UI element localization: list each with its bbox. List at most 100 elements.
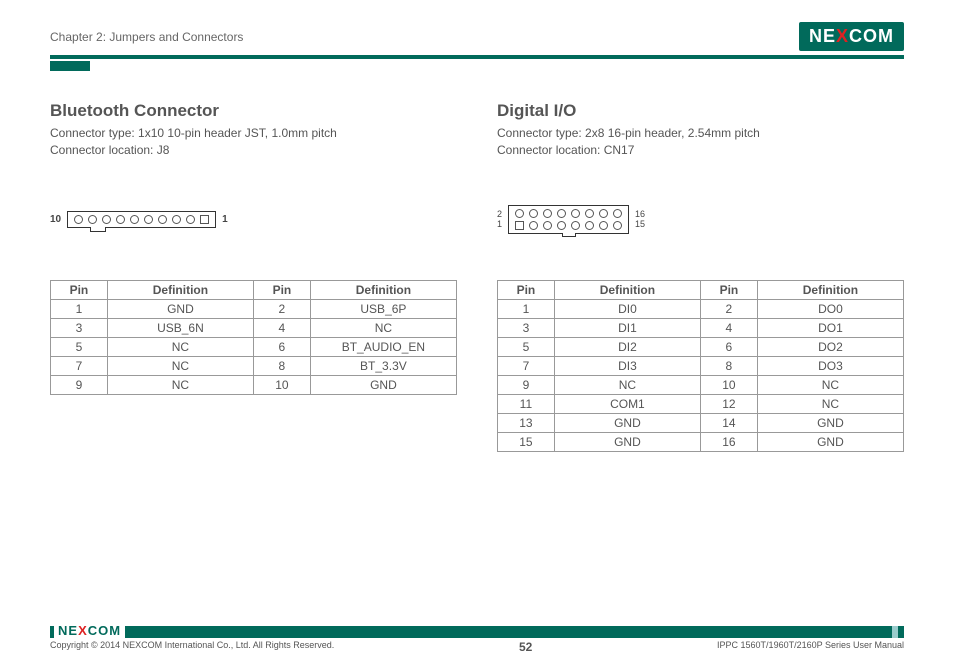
pin-hole-icon bbox=[543, 221, 552, 230]
table-cell: DI1 bbox=[554, 318, 700, 337]
pin-hole-icon bbox=[158, 215, 167, 224]
table-cell: 1 bbox=[51, 299, 108, 318]
table-cell: 6 bbox=[253, 337, 310, 356]
table-row: 11COM112NC bbox=[498, 394, 904, 413]
table-cell: GND bbox=[107, 299, 253, 318]
pin-hole-icon bbox=[515, 209, 524, 218]
nexcom-logo: NEXCOM bbox=[799, 22, 904, 51]
dio-notch-icon bbox=[562, 233, 576, 237]
table-cell: 10 bbox=[253, 375, 310, 394]
table-cell: GND bbox=[554, 413, 700, 432]
pin-hole-icon bbox=[88, 215, 97, 224]
bluetooth-pin-table: Pin Definition Pin Definition 1GND2USB_6… bbox=[50, 280, 457, 395]
table-row: 7NC8BT_3.3V bbox=[51, 356, 457, 375]
dio-label-bot-left: 1 bbox=[497, 220, 502, 230]
table-header: Definition bbox=[757, 280, 903, 299]
pin-hole-icon bbox=[144, 215, 153, 224]
digital-io-pin-table: Pin Definition Pin Definition 1DI02DO03D… bbox=[497, 280, 904, 452]
table-cell: DO0 bbox=[757, 299, 903, 318]
pin-hole-icon bbox=[613, 221, 622, 230]
page-footer: NEXCOM Copyright © 2014 NEXCOM Internati… bbox=[50, 626, 904, 654]
footer-logo-pre: NE bbox=[58, 623, 78, 638]
table-header: Pin bbox=[253, 280, 310, 299]
table-cell: NC bbox=[107, 356, 253, 375]
copyright-text: Copyright © 2014 NEXCOM International Co… bbox=[50, 640, 334, 654]
table-cell: NC bbox=[554, 375, 700, 394]
pin-hole-icon bbox=[172, 215, 181, 224]
pin-hole-icon bbox=[116, 215, 125, 224]
table-cell: 4 bbox=[700, 318, 757, 337]
bluetooth-conn-loc: Connector location: J8 bbox=[50, 142, 457, 159]
table-header: Definition bbox=[310, 280, 456, 299]
table-cell: USB_6P bbox=[310, 299, 456, 318]
pin-hole-icon bbox=[529, 209, 538, 218]
table-row: 9NC10NC bbox=[498, 375, 904, 394]
dio-bot-row bbox=[515, 221, 622, 230]
table-row: 1DI02DO0 bbox=[498, 299, 904, 318]
table-row: 15GND16GND bbox=[498, 432, 904, 451]
table-row: 13GND14GND bbox=[498, 413, 904, 432]
manual-name: IPPC 1560T/1960T/2160P Series User Manua… bbox=[717, 640, 904, 654]
table-cell: BT_3.3V bbox=[310, 356, 456, 375]
footer-logo-x: X bbox=[78, 623, 88, 638]
table-cell: 3 bbox=[498, 318, 555, 337]
table-cell: 7 bbox=[51, 356, 108, 375]
page-header: Chapter 2: Jumpers and Connectors NEXCOM bbox=[50, 22, 904, 51]
table-cell: 13 bbox=[498, 413, 555, 432]
bluetooth-diagram-area: 10 1 bbox=[50, 160, 457, 280]
table-cell: 7 bbox=[498, 356, 555, 375]
table-cell: DO1 bbox=[757, 318, 903, 337]
table-row: 7DI38DO3 bbox=[498, 356, 904, 375]
dio-connector-box bbox=[508, 205, 629, 234]
table-cell: 8 bbox=[253, 356, 310, 375]
table-cell: 5 bbox=[51, 337, 108, 356]
table-cell: GND bbox=[310, 375, 456, 394]
table-cell: USB_6N bbox=[107, 318, 253, 337]
table-cell: NC bbox=[107, 375, 253, 394]
table-cell: 1 bbox=[498, 299, 555, 318]
table-cell: NC bbox=[107, 337, 253, 356]
digital-io-section: Digital I/O Connector type: 2x8 16-pin h… bbox=[497, 101, 904, 452]
table-cell: 9 bbox=[51, 375, 108, 394]
table-cell: 9 bbox=[498, 375, 555, 394]
table-header: Pin bbox=[51, 280, 108, 299]
bluetooth-diagram: 10 1 bbox=[50, 211, 228, 228]
table-cell: GND bbox=[757, 413, 903, 432]
bluetooth-title: Bluetooth Connector bbox=[50, 101, 457, 121]
header-tab bbox=[50, 61, 90, 71]
bluetooth-section: Bluetooth Connector Connector type: 1x10… bbox=[50, 101, 457, 452]
pin-hole-icon bbox=[585, 221, 594, 230]
pin-hole-icon bbox=[102, 215, 111, 224]
pin-hole-icon bbox=[186, 215, 195, 224]
header-rule bbox=[50, 55, 904, 59]
bt-pin-right-label: 1 bbox=[222, 214, 228, 225]
pin-hole-icon bbox=[557, 209, 566, 218]
pin-hole-icon bbox=[599, 221, 608, 230]
pin-hole-icon bbox=[571, 209, 580, 218]
footer-bar: NEXCOM bbox=[50, 626, 904, 638]
table-cell: 5 bbox=[498, 337, 555, 356]
pin-hole-icon bbox=[613, 209, 622, 218]
logo-text-post: COM bbox=[849, 26, 894, 47]
pin-hole-icon bbox=[543, 209, 552, 218]
table-row: 5DI26DO2 bbox=[498, 337, 904, 356]
table-cell: 6 bbox=[700, 337, 757, 356]
table-cell: 14 bbox=[700, 413, 757, 432]
table-cell: NC bbox=[757, 394, 903, 413]
table-cell: 10 bbox=[700, 375, 757, 394]
table-cell: DI2 bbox=[554, 337, 700, 356]
table-header: Definition bbox=[554, 280, 700, 299]
table-cell: COM1 bbox=[554, 394, 700, 413]
dio-label-bot-right: 15 bbox=[635, 220, 645, 230]
table-cell: 11 bbox=[498, 394, 555, 413]
table-cell: 16 bbox=[700, 432, 757, 451]
pin-hole-icon bbox=[585, 209, 594, 218]
pin-hole-icon bbox=[130, 215, 139, 224]
table-cell: BT_AUDIO_EN bbox=[310, 337, 456, 356]
table-cell: NC bbox=[757, 375, 903, 394]
table-cell: GND bbox=[757, 432, 903, 451]
table-cell: 8 bbox=[700, 356, 757, 375]
chapter-label: Chapter 2: Jumpers and Connectors bbox=[50, 30, 243, 44]
bt-connector-box bbox=[67, 211, 216, 228]
pin-hole-icon bbox=[571, 221, 580, 230]
